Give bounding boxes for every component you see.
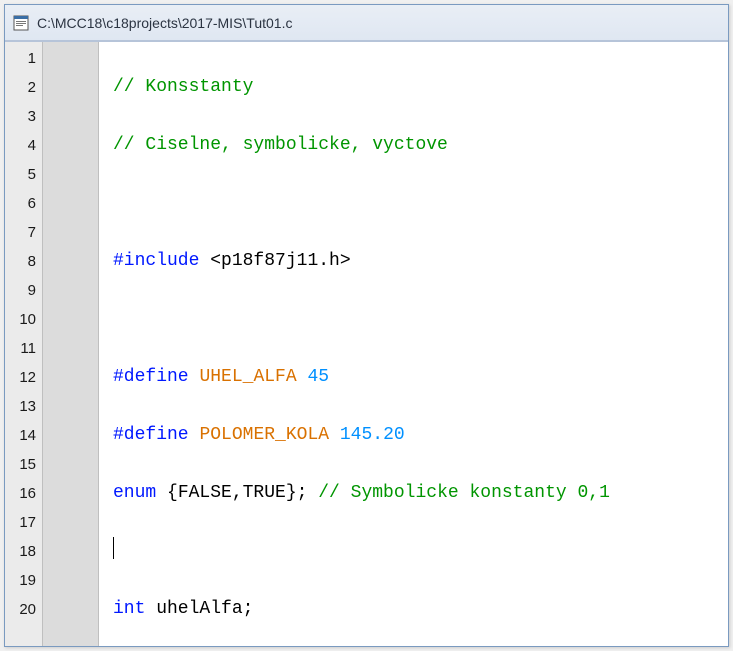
comment: // Ciselne, symbolicke, vyctove [113, 135, 448, 155]
line-number: 1 [7, 44, 36, 73]
line-number: 6 [7, 189, 36, 218]
preproc: #define [113, 367, 189, 387]
fold-margin [43, 42, 99, 646]
line-number: 17 [7, 508, 36, 537]
code-area[interactable]: // Konsstanty // Ciselne, symbolicke, vy… [99, 42, 728, 646]
preproc: #include [113, 251, 199, 271]
comment: // Konsstanty [113, 77, 253, 97]
window-title: C:\MCC18\c18projects\2017-MIS\Tut01.c [37, 15, 292, 31]
line-number-gutter: 1234567891011121314151617181920 [5, 42, 43, 646]
code-text: <p18f87j11.h> [199, 251, 350, 271]
macro-name: POLOMER_KOLA [199, 425, 329, 445]
line-number: 14 [7, 421, 36, 450]
line-number: 9 [7, 276, 36, 305]
code-text [297, 367, 308, 387]
line-number: 18 [7, 537, 36, 566]
number: 45 [307, 367, 329, 387]
line-number: 19 [7, 566, 36, 595]
code-text: {FALSE,TRUE}; [156, 483, 318, 503]
text-caret [113, 537, 114, 559]
code-text: uhelAlfa; [145, 599, 253, 619]
line-number: 8 [7, 247, 36, 276]
code-text [189, 425, 200, 445]
keyword: int [113, 599, 145, 619]
code-text [189, 367, 200, 387]
code-text [329, 425, 340, 445]
number: 145.20 [340, 425, 405, 445]
line-number: 15 [7, 450, 36, 479]
preproc: #define [113, 425, 189, 445]
line-number: 3 [7, 102, 36, 131]
line-number: 13 [7, 392, 36, 421]
line-number: 2 [7, 73, 36, 102]
code-editor[interactable]: 1234567891011121314151617181920 // Konss… [5, 41, 728, 646]
editor-window: C:\MCC18\c18projects\2017-MIS\Tut01.c 12… [4, 4, 729, 647]
line-number: 12 [7, 363, 36, 392]
line-number: 10 [7, 305, 36, 334]
comment: // Symbolicke konstanty 0,1 [318, 483, 610, 503]
macro-name: UHEL_ALFA [199, 367, 296, 387]
line-number: 7 [7, 218, 36, 247]
line-number: 5 [7, 160, 36, 189]
file-icon [13, 15, 29, 31]
line-number: 4 [7, 131, 36, 160]
titlebar[interactable]: C:\MCC18\c18projects\2017-MIS\Tut01.c [5, 5, 728, 41]
line-number: 20 [7, 595, 36, 624]
keyword: enum [113, 483, 156, 503]
line-number: 16 [7, 479, 36, 508]
line-number: 11 [7, 334, 36, 363]
